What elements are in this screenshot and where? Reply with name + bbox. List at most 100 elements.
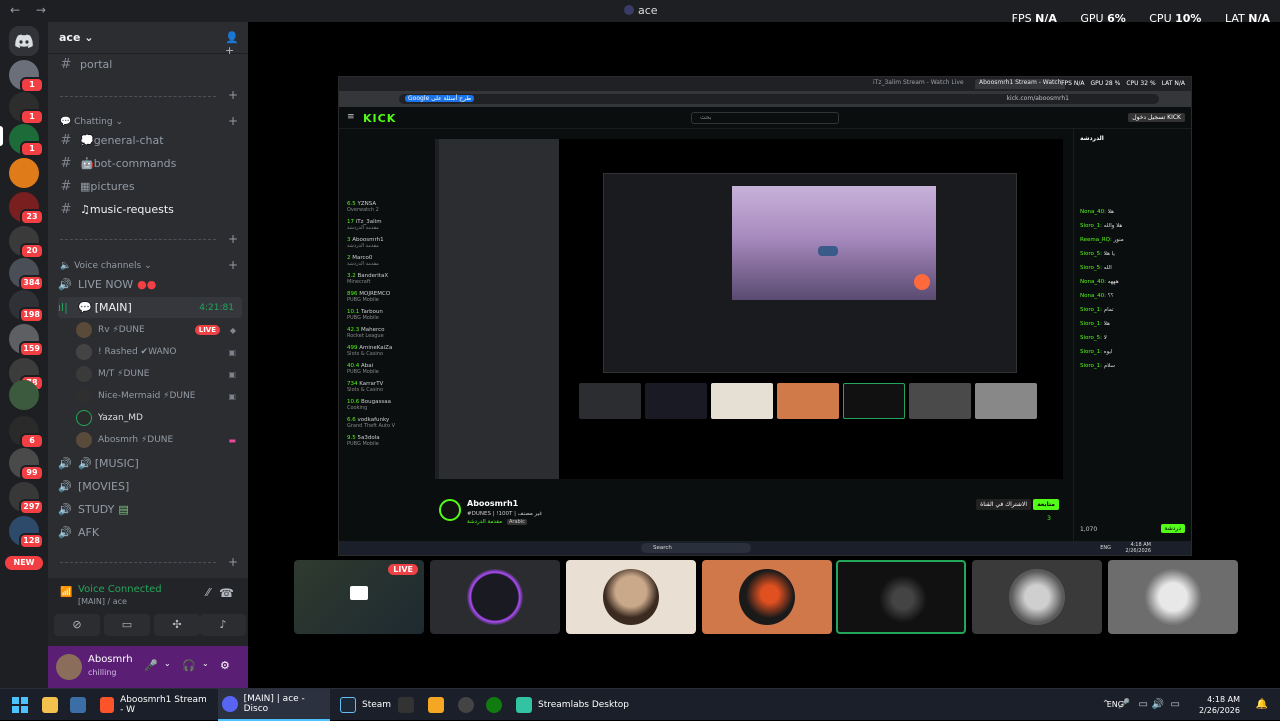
search-input[interactable]: بحث: [691, 112, 839, 124]
url-field[interactable]: Google طرح أسئلة على kick.com/aboosmrh1: [399, 94, 1159, 104]
stream-category[interactable]: مقدمة الدردشة: [467, 519, 502, 525]
followed-channel[interactable]: 3 Aboosmrh1 مقدمة الدردشة: [347, 237, 384, 249]
camera-off-button[interactable]: ⊘: [54, 614, 100, 636]
chevron-down-icon[interactable]: ⌄: [164, 659, 171, 668]
login-button[interactable]: تسجيل دخول KICK: [1128, 113, 1185, 122]
add-icon[interactable]: +: [228, 88, 238, 102]
server-icon[interactable]: 384: [9, 258, 44, 291]
chat-message[interactable]: Sioro_1: تمام: [1080, 307, 1180, 313]
followed-channel[interactable]: 10.1 Tarboun PUBG Mobile: [347, 309, 383, 321]
follow-button[interactable]: متابعة: [1033, 499, 1059, 510]
app-icon[interactable]: [398, 689, 420, 721]
screen-share-button[interactable]: ▭: [104, 614, 150, 636]
voice-member[interactable]: M/T ⚡DUNE ▣: [76, 364, 242, 384]
participant-tile[interactable]: [430, 560, 560, 634]
taskbar-steam[interactable]: Steam: [340, 689, 391, 721]
browser-tab[interactable]: iTz_3alim Stream - Watch Live: [869, 79, 968, 89]
headphones-icon[interactable]: 🎧: [182, 659, 196, 672]
server-icon[interactable]: 20: [9, 226, 44, 259]
participant-tile[interactable]: [702, 560, 832, 634]
menu-icon[interactable]: ≡: [347, 112, 355, 122]
chat-message[interactable]: Sioro_1: هلا: [1080, 321, 1180, 327]
streamed-browser-window[interactable]: iTz_3alim Stream - Watch Live Aboosmrh1 …: [338, 76, 1192, 556]
voice-channel-movies[interactable]: 🔊 [MOVIES]: [58, 476, 242, 497]
voice-member[interactable]: Yazan_MD: [76, 408, 242, 428]
channel-general-chat[interactable]: # 💭 general-chat: [58, 130, 242, 151]
calculator-icon[interactable]: [70, 689, 92, 721]
chat-message[interactable]: Nona_40: ؟؟: [1080, 293, 1180, 299]
network-icon[interactable]: ▭: [1139, 699, 1148, 710]
chat-message[interactable]: Sioro_1: ايوه: [1080, 349, 1180, 355]
chat-message[interactable]: Sioro_1: هلا والله: [1080, 223, 1180, 229]
invite-people-icon[interactable]: 👤+: [225, 31, 239, 57]
channel-bot-commands[interactable]: # 🤖 bot-commands: [58, 153, 242, 174]
noise-suppression-icon[interactable]: ⁄⁄: [206, 586, 210, 599]
followed-channel[interactable]: 6.6 vodkafunky Grand Theft Auto V: [347, 417, 395, 429]
avatar[interactable]: [56, 654, 82, 680]
settings-gear-icon[interactable]: ⚙: [220, 659, 230, 672]
volume-icon[interactable]: 🔊: [1152, 699, 1164, 710]
start-button[interactable]: [12, 697, 28, 713]
activities-button[interactable]: ✣: [154, 614, 200, 636]
server-header[interactable]: ace ⌄ 👤+: [48, 22, 248, 57]
add-channel-icon[interactable]: +: [228, 114, 238, 128]
chat-send-button[interactable]: دردشة: [1160, 524, 1185, 533]
voice-member[interactable]: Abosmrh ⚡DUNE ▬: [76, 430, 242, 450]
streamer-avatar[interactable]: [439, 499, 461, 521]
chat-message[interactable]: Sioro_5: لا: [1080, 335, 1180, 341]
discord-home-icon[interactable]: [9, 26, 39, 56]
nav-arrows[interactable]: ← →: [10, 3, 52, 17]
category-chatting[interactable]: 💬 Chatting ⌄: [60, 117, 123, 127]
participant-tile[interactable]: [566, 560, 696, 634]
app-icon[interactable]: [428, 689, 450, 721]
signal-icon[interactable]: 📶: [60, 587, 72, 598]
taskbar-brave[interactable]: Aboosmrh1 Stream - W: [100, 689, 212, 721]
server-icon[interactable]: 23: [9, 192, 44, 225]
channel-portal[interactable]: # portal: [58, 54, 242, 75]
file-explorer-icon[interactable]: [42, 689, 64, 721]
server-icon[interactable]: 159: [9, 324, 44, 357]
followed-channel[interactable]: 734 KarrarTV Slots & Casino: [347, 381, 383, 393]
chevron-down-icon[interactable]: ⌄: [202, 659, 209, 668]
followed-channel[interactable]: 40.4 Abai PUBG Mobile: [347, 363, 379, 375]
participant-tile[interactable]: [836, 560, 966, 634]
chat-message[interactable]: Reema_RQ: منور: [1080, 237, 1180, 243]
server-icon[interactable]: [9, 158, 39, 188]
streamer-name[interactable]: Aboosmrh1: [467, 499, 518, 508]
subscribe-button[interactable]: الاشتراك في القناة: [976, 499, 1031, 510]
language-indicator[interactable]: ENG: [1107, 700, 1124, 709]
disconnect-icon[interactable]: ☎: [219, 586, 234, 600]
followed-channel[interactable]: 896 MOJREMCO PUBG Mobile: [347, 291, 390, 303]
voice-channel-live-now[interactable]: 🔊 LIVE NOW ●●: [58, 274, 242, 295]
voice-member[interactable]: ! Rashed ✔WANO ▣: [76, 342, 242, 362]
server-icon[interactable]: [9, 380, 39, 410]
add-channel-icon[interactable]: +: [228, 258, 238, 272]
participant-tile[interactable]: [1108, 560, 1238, 634]
voice-channel-music[interactable]: 🔊 🔊 [MUSIC]: [58, 453, 242, 474]
chat-message[interactable]: Sioro_1: سلام: [1080, 363, 1180, 369]
followed-channel[interactable]: 42.3 Maherco Rocket League: [347, 327, 385, 339]
server-icon[interactable]: 1: [9, 124, 44, 157]
chat-message[interactable]: Nona_40: هلا: [1080, 209, 1180, 215]
chat-message[interactable]: Sioro_5: الله: [1080, 265, 1180, 271]
participant-tile[interactable]: [972, 560, 1102, 634]
new-unreads-badge[interactable]: NEW: [5, 556, 43, 570]
clock[interactable]: 4:18 AM 2/26/2026: [1199, 694, 1240, 716]
voice-status[interactable]: Voice Connected: [78, 584, 162, 595]
add-icon[interactable]: +: [228, 232, 238, 246]
browser-tab[interactable]: Aboosmrh1 Stream - Watch: [975, 79, 1066, 89]
chat-message[interactable]: Sioro_5: يا هلا: [1080, 251, 1180, 257]
language-tag[interactable]: Arabic: [507, 519, 527, 525]
voice-member[interactable]: Nice-Mermaid ⚡DUNE ▣: [76, 386, 242, 406]
voice-channel-study[interactable]: 🔊 STUDY ▤: [58, 499, 242, 520]
followed-channel[interactable]: 2 Marco0 مقدمة الدردشة: [347, 255, 379, 267]
category-voice-channels[interactable]: 🔈 Voice channels ⌄: [60, 261, 152, 271]
soundboard-button[interactable]: ♪: [200, 614, 246, 636]
server-icon[interactable]: 6: [9, 416, 44, 449]
voice-channel-afk[interactable]: 🔊 AFK: [58, 522, 242, 543]
channel-music-requests[interactable]: # ♫ music-requests: [58, 199, 242, 220]
server-icon[interactable]: 1: [9, 92, 44, 125]
followed-channel[interactable]: 17 iTz_3alim مقدمة الدردشة: [347, 219, 382, 231]
followed-channel[interactable]: 499 AmineKaiZa Slots & Casino: [347, 345, 392, 357]
app-icon[interactable]: [458, 689, 480, 721]
